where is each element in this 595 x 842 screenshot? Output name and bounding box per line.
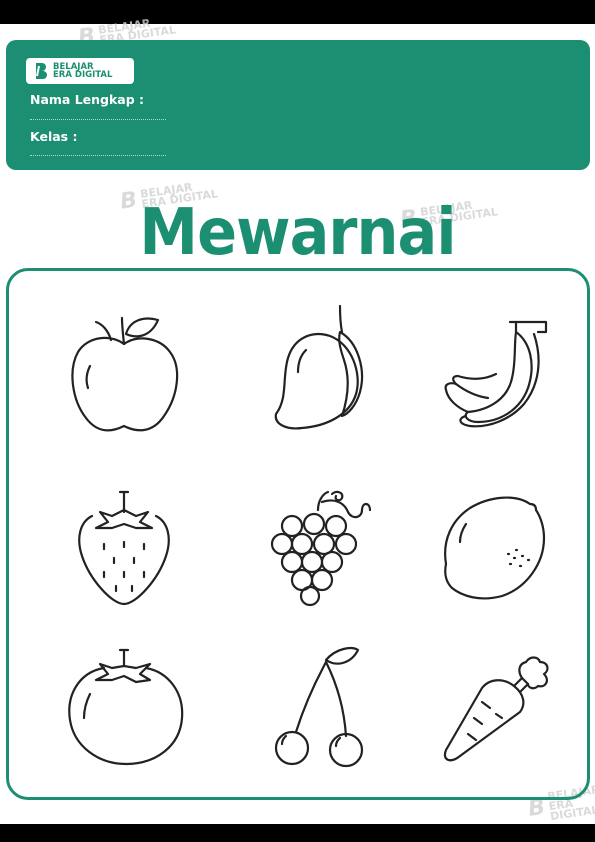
page-title: Mewarnai — [139, 196, 456, 270]
banana-icon — [444, 320, 548, 428]
logo-line2: ERA DIGITAL — [53, 70, 113, 80]
bottom-bar — [0, 824, 595, 842]
logo-text: BELAJAR ERA DIGITAL — [53, 63, 113, 80]
tomato-icon — [68, 648, 184, 766]
name-field[interactable] — [30, 119, 166, 120]
logo-b-icon — [36, 63, 47, 79]
carrot-icon — [443, 656, 549, 762]
lemon-icon — [444, 496, 546, 600]
cherry-icon — [274, 647, 364, 768]
header-card: BELAJAR ERA DIGITAL Nama Lengkap : Kelas… — [6, 40, 590, 170]
strawberry-icon — [78, 490, 170, 606]
brand-logo: BELAJAR ERA DIGITAL — [26, 58, 134, 84]
class-label: Kelas : — [30, 129, 78, 144]
name-label: Nama Lengkap : — [30, 92, 145, 107]
mango-icon — [274, 304, 364, 430]
class-field[interactable] — [30, 155, 166, 156]
top-bar — [0, 0, 595, 24]
apple-icon — [71, 316, 179, 432]
grapes-icon — [270, 490, 372, 607]
